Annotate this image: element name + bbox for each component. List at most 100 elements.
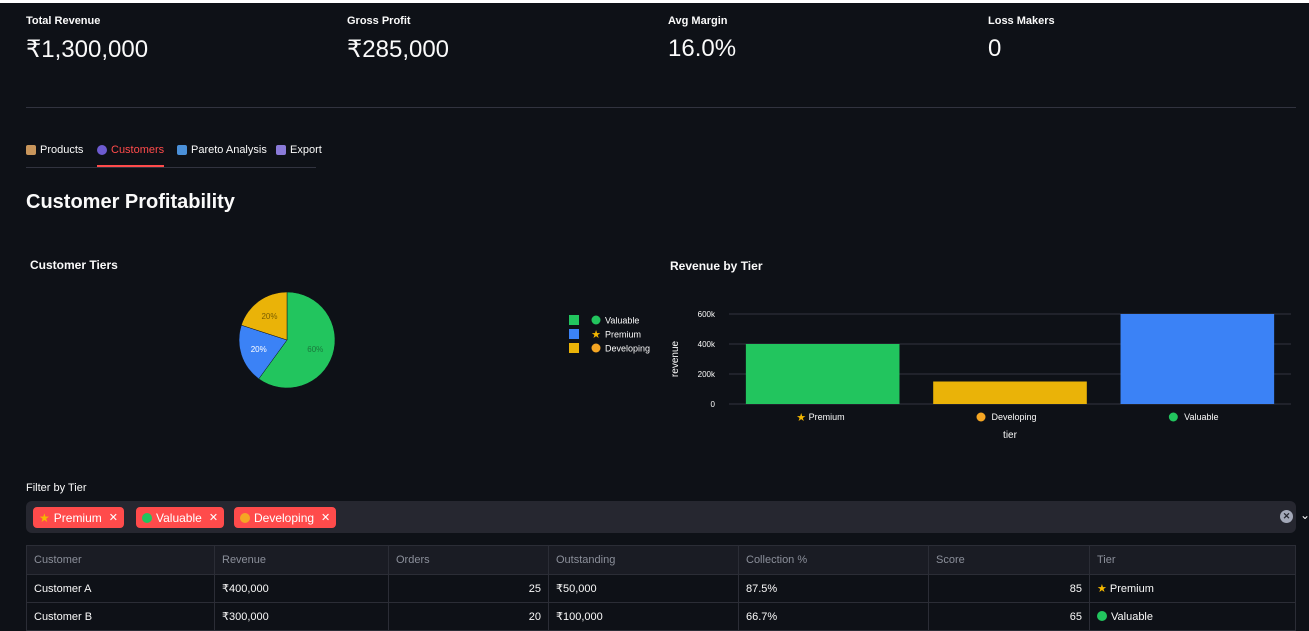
table-row[interactable]: Customer B ₹300,000 20 ₹100,000 66.7% 65… (26, 602, 1296, 631)
star-icon: ★ (796, 412, 806, 424)
tab-bar: Products Customers Pareto Analysis Expor… (26, 142, 322, 168)
filter-label: Filter by Tier (26, 482, 87, 494)
cell-tier: ★ Premium (1089, 574, 1296, 603)
revenue-by-tier-bar-chart: 0 200k 400k 600k revenue Premium★ Developing Va… (670, 310, 1291, 441)
cell-collection: 66.7% (738, 602, 929, 631)
metric-label: Total Revenue (26, 15, 101, 27)
chevron-down-icon[interactable]: ⌄ (1298, 508, 1309, 522)
package-icon (26, 145, 36, 155)
metric-label: Avg Margin (668, 15, 728, 27)
table-header-row: Customer Revenue Orders Outstanding Coll… (26, 545, 1296, 575)
y-tick-label: 0 (711, 400, 716, 409)
metric-avg-margin: Avg Margin 16.0% (668, 15, 968, 63)
green-circle-icon (1168, 412, 1178, 422)
bar (745, 344, 900, 404)
column-header[interactable]: Customer (26, 545, 215, 575)
legend-label: Valuable (605, 316, 639, 326)
cell-outstanding: ₹100,000 (548, 602, 739, 631)
bar (933, 381, 1087, 404)
bar-chart-title: Revenue by Tier (670, 259, 763, 273)
cell-collection: 87.5% (738, 574, 929, 603)
tier-label: Valuable (1111, 610, 1153, 623)
chip-label: Developing (254, 510, 315, 525)
column-header[interactable]: Orders (388, 545, 549, 575)
cell-revenue: ₹400,000 (214, 574, 389, 603)
metric-loss-makers: Loss Makers 0 (988, 15, 1288, 63)
tabs-divider (26, 167, 316, 168)
cell-outstanding: ₹50,000 (548, 574, 739, 603)
remove-chip-icon[interactable]: ✕ (109, 511, 118, 524)
legend-swatch (569, 315, 579, 325)
customer-tiers-pie-chart: 60% 20% 20% Valuable ★ Premium Developing (238, 291, 650, 389)
metrics-divider (26, 107, 1296, 108)
y-tick-label: 600k (698, 310, 716, 319)
cell-tier: Valuable (1089, 602, 1296, 631)
metric-total-revenue: Total Revenue ₹1,300,000 (26, 15, 326, 64)
metric-label: Loss Makers (988, 15, 1055, 27)
tab-products[interactable]: Products (26, 142, 83, 158)
cell-orders: 25 (388, 574, 549, 603)
bar (1120, 314, 1275, 404)
green-circle-icon (1097, 610, 1107, 621)
x-axis-label: tier (1003, 430, 1018, 441)
chip-valuable[interactable]: Valuable ✕ (136, 507, 225, 528)
pie-slice-label: 20% (251, 345, 267, 354)
y-tick-label: 200k (698, 370, 716, 379)
y-tick-label: 400k (698, 340, 716, 349)
remove-chip-icon[interactable]: ✕ (321, 511, 330, 524)
cell-score: 85 (928, 574, 1090, 603)
green-circle-icon (142, 512, 152, 523)
legend-swatch (569, 343, 579, 353)
legend-label: Premium (605, 330, 641, 340)
pie-slice-label: 60% (307, 345, 323, 354)
column-header[interactable]: Outstanding (548, 545, 739, 575)
top-accent-bar (0, 0, 1309, 3)
green-circle-icon (591, 315, 601, 325)
tier-multiselect[interactable]: ★ Premium ✕ Valuable ✕ Developing ✕ ✕ ⌄ (26, 501, 1309, 533)
tab-label: Customers (111, 144, 165, 156)
inbox-tray-icon (276, 145, 286, 155)
cell-score: 65 (928, 602, 1090, 631)
metric-gross-profit: Gross Profit ₹285,000 (347, 15, 647, 64)
metric-value: ₹285,000 (347, 36, 450, 63)
orange-circle-icon (240, 512, 250, 523)
pie-slice-label: 20% (261, 312, 277, 321)
chip-premium[interactable]: ★ Premium ✕ (33, 507, 124, 528)
tab-label: Products (40, 144, 84, 156)
x-tick-label: Developing (991, 412, 1036, 422)
cell-customer: Customer A (26, 574, 215, 603)
chip-label: Premium (53, 510, 102, 525)
orange-circle-icon (591, 343, 601, 353)
metric-value: 0 (988, 35, 1002, 62)
tab-customers[interactable]: Customers (97, 142, 164, 158)
column-header[interactable]: Score (928, 545, 1090, 575)
legend-swatch (569, 329, 579, 339)
star-icon: ★ (1097, 583, 1107, 595)
column-header[interactable]: Collection % (738, 545, 929, 575)
table-row[interactable]: Customer A ₹400,000 25 ₹50,000 87.5% 85 … (26, 574, 1296, 603)
legend-label: Developing (605, 344, 650, 354)
column-header[interactable]: Tier (1089, 545, 1296, 575)
orange-circle-icon (976, 412, 986, 422)
tab-pareto-analysis[interactable]: Pareto Analysis (177, 142, 267, 158)
tab-export[interactable]: Export (276, 142, 322, 158)
remove-chip-icon[interactable]: ✕ (209, 511, 218, 524)
bar-chart-icon (177, 145, 187, 155)
tier-label: Premium (1109, 583, 1154, 595)
page-title: Customer Profitability (26, 191, 235, 213)
star-icon: ★ (591, 329, 601, 341)
metric-value: 16.0% (668, 35, 737, 62)
x-tick-label: Valuable (1184, 412, 1218, 422)
metric-label: Gross Profit (347, 15, 411, 27)
chip-label: Valuable (156, 510, 202, 525)
metric-value: ₹1,300,000 (26, 36, 149, 63)
column-header[interactable]: Revenue (214, 545, 389, 575)
tab-label: Pareto Analysis (191, 144, 267, 156)
chip-developing[interactable]: Developing ✕ (234, 507, 337, 528)
star-icon: ★ (39, 510, 50, 525)
tab-label: Export (290, 144, 322, 156)
users-icon (97, 145, 107, 155)
x-tick-label: Premium (809, 412, 845, 422)
y-axis-label: revenue (670, 340, 681, 377)
clear-all-icon[interactable]: ✕ (1280, 510, 1293, 523)
